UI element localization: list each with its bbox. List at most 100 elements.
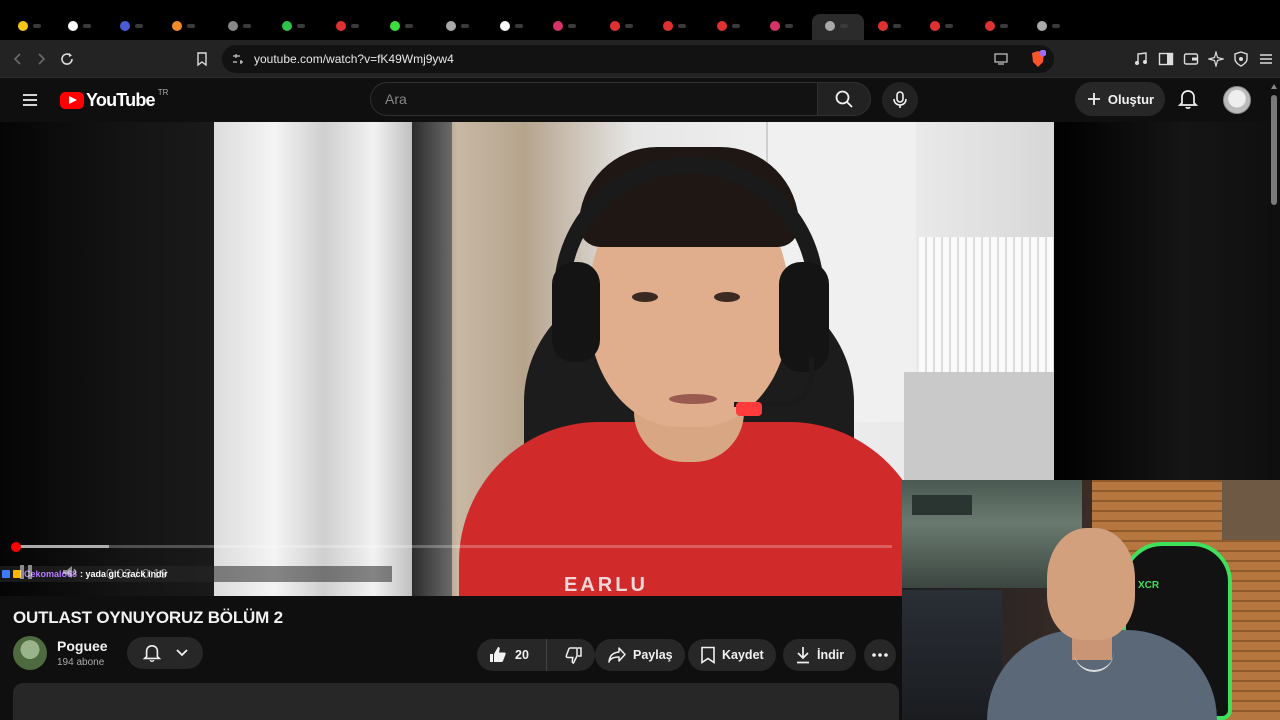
like-button[interactable]: 20	[477, 639, 547, 671]
vpn-shield-icon[interactable]	[1231, 49, 1251, 69]
wallet-icon[interactable]	[1181, 49, 1201, 69]
save-button[interactable]: Kaydet	[688, 639, 776, 671]
headset-left-earcup	[552, 262, 600, 362]
save-label: Kaydet	[722, 648, 764, 662]
tab-favicon-icon	[878, 21, 888, 31]
browser-tab[interactable]	[553, 18, 576, 34]
browser-tab[interactable]	[930, 18, 953, 34]
streamer-webcam-overlay: XCR	[902, 480, 1280, 720]
tab-title-placeholder	[33, 24, 41, 28]
tab-title-placeholder	[568, 24, 576, 28]
share-icon	[608, 647, 626, 663]
volume-icon	[63, 566, 77, 578]
youtube-logo[interactable]: YouTube TR	[60, 88, 168, 111]
tab-favicon-icon	[717, 21, 727, 31]
search-icon	[835, 90, 853, 108]
mute-button[interactable]	[60, 562, 82, 584]
progress-bar[interactable]	[12, 545, 892, 548]
browser-tab[interactable]	[172, 18, 195, 34]
tab-title-placeholder	[187, 24, 195, 28]
tab-favicon-icon	[172, 21, 182, 31]
menu-icon[interactable]	[1256, 49, 1276, 69]
search-box	[370, 82, 818, 116]
video-title: OUTLAST OYNUYORUZ BÖLÜM 2	[13, 608, 283, 627]
dislike-button[interactable]	[553, 639, 595, 671]
account-avatar[interactable]	[1223, 86, 1251, 114]
browser-tab[interactable]	[390, 18, 413, 34]
cast-icon[interactable]	[991, 49, 1011, 69]
scrollbar-thumb[interactable]	[1271, 95, 1277, 205]
channel-name[interactable]: Poguee	[57, 638, 108, 654]
download-icon	[797, 647, 809, 664]
browser-tab[interactable]	[878, 18, 901, 34]
create-button[interactable]: Oluştur	[1075, 82, 1165, 116]
forward-icon[interactable]	[31, 49, 51, 69]
tab-title-placeholder	[243, 24, 251, 28]
sidebar-icon[interactable]	[1156, 49, 1176, 69]
scrubber-handle[interactable]	[10, 542, 21, 552]
share-button[interactable]: Paylaş	[595, 639, 685, 671]
tab-title-placeholder	[625, 24, 633, 28]
download-button[interactable]: İndir	[783, 639, 857, 671]
browser-tab[interactable]	[1037, 18, 1060, 34]
tab-favicon-icon	[825, 21, 835, 31]
tab-favicon-icon	[18, 21, 28, 31]
thumbs-up-icon	[490, 647, 506, 662]
chevron-down-icon	[175, 649, 188, 657]
download-label: İndir	[817, 648, 845, 662]
tab-title-placeholder	[83, 24, 91, 28]
tab-favicon-icon	[120, 21, 130, 31]
tab-title-placeholder	[945, 24, 953, 28]
leo-ai-icon[interactable]	[1206, 49, 1226, 69]
bell-icon	[142, 644, 161, 662]
voice-search-button[interactable]	[882, 82, 918, 118]
tab-title-placeholder	[351, 24, 359, 28]
browser-tab[interactable]	[120, 18, 143, 34]
reload-icon[interactable]	[57, 49, 77, 69]
notifications-button[interactable]	[1176, 87, 1200, 111]
tab-title-placeholder	[405, 24, 413, 28]
headset-right-earcup	[779, 262, 829, 372]
tab-title-placeholder	[732, 24, 740, 28]
browser-tab[interactable]	[282, 18, 305, 34]
channel-avatar[interactable]	[13, 636, 47, 670]
scroll-up-arrow-icon[interactable]	[1271, 84, 1277, 89]
tab-favicon-icon	[446, 21, 456, 31]
search-input[interactable]	[385, 91, 785, 107]
browser-tab[interactable]	[770, 18, 793, 34]
media-icon[interactable]	[1131, 49, 1151, 69]
subscription-notifications-button[interactable]	[127, 637, 203, 669]
search-button[interactable]	[817, 82, 871, 116]
pause-button[interactable]	[16, 562, 40, 584]
tab-favicon-icon	[1037, 21, 1047, 31]
browser-tab[interactable]	[663, 18, 686, 34]
browser-tab[interactable]	[717, 18, 740, 34]
bookmark-icon[interactable]	[192, 49, 212, 69]
stream-chat-overlay: Cekomalo68 : yada git crack indir	[0, 566, 392, 582]
time-display: 0:03 / 0:19	[106, 566, 168, 581]
browser-tab[interactable]	[336, 18, 359, 34]
pause-icon	[20, 565, 32, 579]
monitor-detail	[912, 495, 972, 515]
streamer-head	[1047, 528, 1135, 640]
address-bar[interactable]: youtube.com/watch?v=fK49Wmj9yw4	[222, 45, 1054, 73]
browser-tab[interactable]	[446, 18, 469, 34]
browser-tab[interactable]	[228, 18, 251, 34]
browser-tab[interactable]	[825, 18, 848, 34]
browser-tab[interactable]	[68, 18, 91, 34]
brave-shields-icon[interactable]	[1028, 49, 1048, 69]
progress-buffered	[12, 545, 109, 548]
like-dislike-group: 20	[477, 639, 595, 671]
site-settings-icon[interactable]	[232, 53, 244, 65]
browser-tab[interactable]	[610, 18, 633, 34]
browser-tab[interactable]	[500, 18, 523, 34]
guide-menu-icon[interactable]	[20, 90, 40, 110]
tab-favicon-icon	[770, 21, 780, 31]
more-actions-button[interactable]	[864, 639, 896, 671]
browser-tab[interactable]	[985, 18, 1008, 34]
tab-title-placeholder	[135, 24, 143, 28]
description-panel[interactable]	[13, 683, 899, 720]
browser-tab[interactable]	[18, 18, 41, 34]
back-icon[interactable]	[8, 49, 28, 69]
tab-title-placeholder	[1000, 24, 1008, 28]
